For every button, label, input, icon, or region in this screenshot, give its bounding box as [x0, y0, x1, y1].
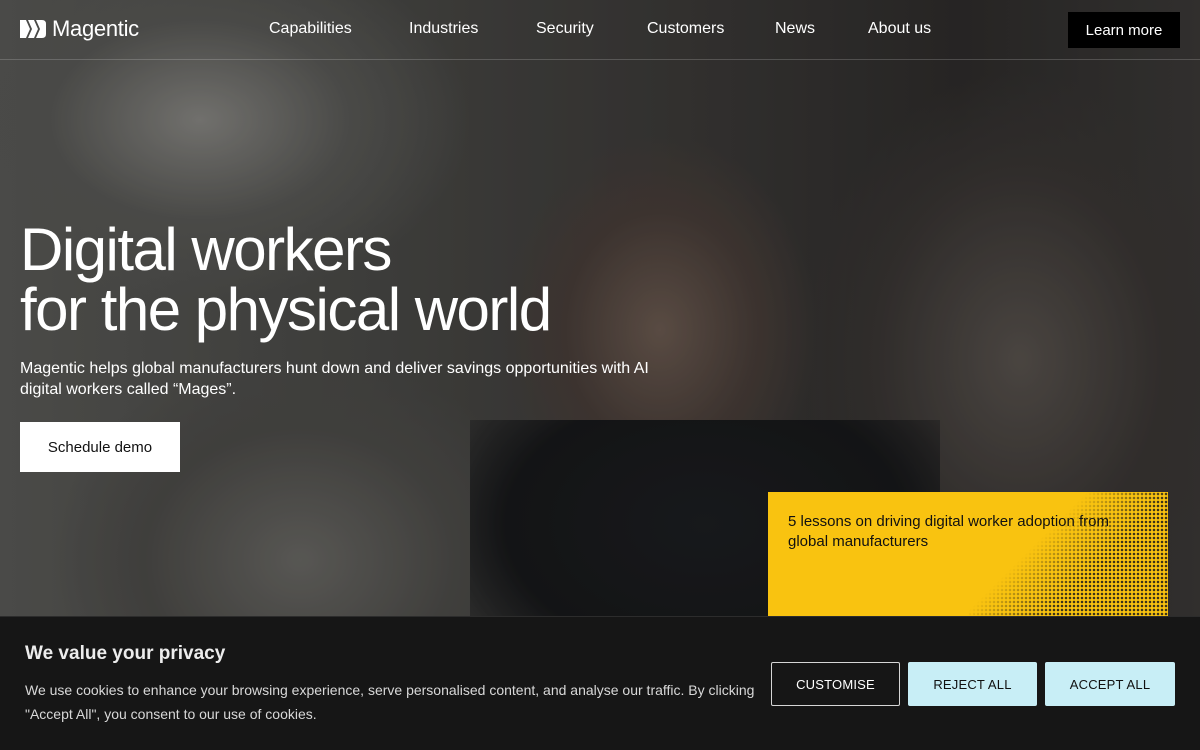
nav-item-security[interactable]: Security	[536, 20, 594, 38]
promo-card[interactable]: 5 lessons on driving digital worker adop…	[768, 492, 1168, 632]
main-nav: Capabilities Industries Security Custome…	[0, 0, 1200, 60]
nav-item-customers[interactable]: Customers	[647, 20, 724, 38]
promo-card-text: 5 lessons on driving digital worker adop…	[788, 513, 1109, 550]
nav-item-news[interactable]: News	[775, 20, 815, 38]
hero-title-line-1: Digital workers	[20, 216, 392, 283]
nav-item-about-us[interactable]: About us	[868, 20, 931, 38]
customise-button[interactable]: CUSTOMISE	[771, 662, 900, 706]
cookie-banner-title: We value your privacy	[25, 643, 226, 664]
hero-title-line-2: for the physical world	[20, 276, 552, 343]
nav-item-industries[interactable]: Industries	[409, 20, 478, 38]
cookie-banner-text: We use cookies to enhance your browsing …	[25, 682, 755, 722]
accept-all-button[interactable]: ACCEPT ALL	[1045, 662, 1175, 706]
learn-more-button[interactable]: Learn more	[1068, 12, 1180, 48]
hero-title: Digital workers for the physical world	[20, 216, 552, 343]
reject-all-button[interactable]: REJECT ALL	[908, 662, 1037, 706]
schedule-demo-button[interactable]: Schedule demo	[20, 422, 180, 472]
site-header: Magentic Capabilities Industries Securit…	[0, 0, 1200, 60]
nav-item-capabilities[interactable]: Capabilities	[269, 20, 352, 38]
cookie-banner: We value your privacy We use cookies to …	[0, 616, 1200, 750]
hero-subtitle: Magentic helps global manufacturers hunt…	[20, 360, 649, 398]
